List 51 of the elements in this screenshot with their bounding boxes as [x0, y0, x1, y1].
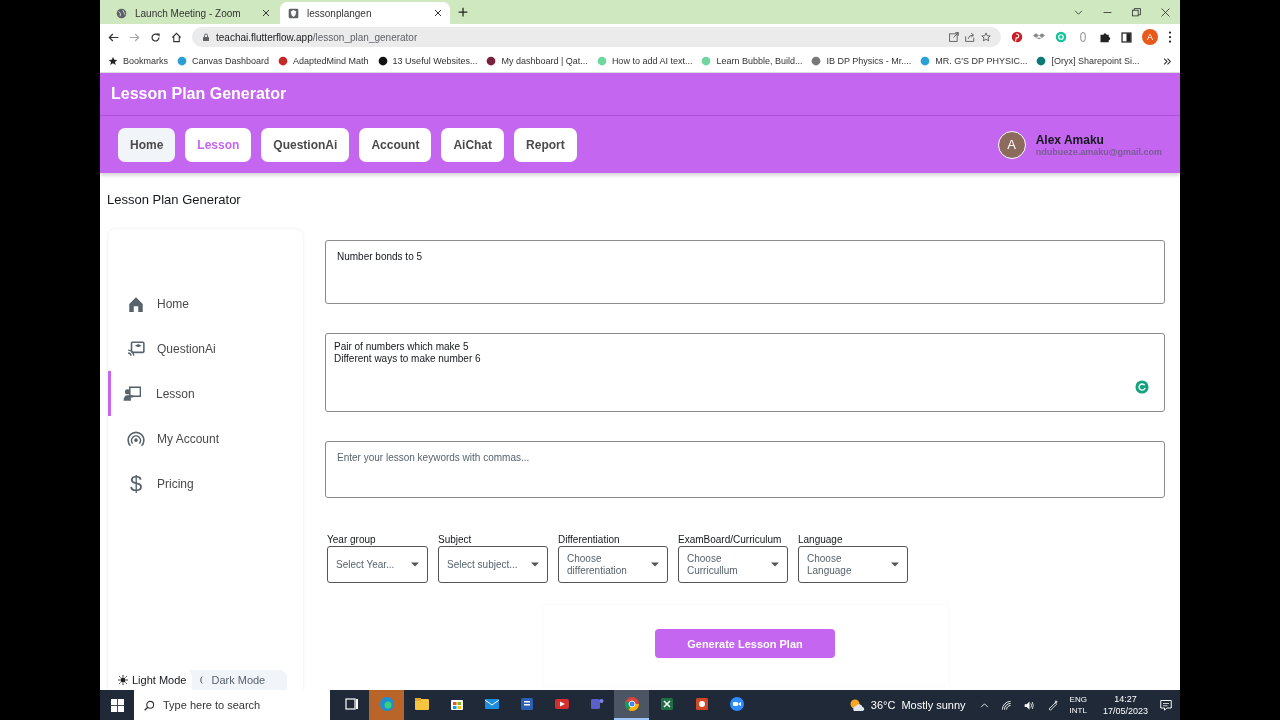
- url-text: teachai.flutterflow.app/lesson_plan_generator: [216, 31, 419, 43]
- dropdown-label: Year group: [327, 534, 377, 545]
- clock[interactable]: 14:27 17/05/2023: [1102, 693, 1148, 717]
- nav-button[interactable]: QuestionAi: [261, 127, 350, 162]
- temperature-text: 36°C: [870, 699, 896, 711]
- language-indicator[interactable]: ENG INTL: [1069, 694, 1087, 716]
- dropdown-label: Language: [798, 534, 844, 545]
- taskbar-search[interactable]: Type here to search: [134, 690, 330, 720]
- app-title: Lesson Plan Generator: [111, 85, 287, 103]
- bookmark-link[interactable]: [Oryx] Sharepoint Si...: [1051, 56, 1140, 66]
- nav-button[interactable]: Home: [118, 127, 176, 162]
- bookmark-link[interactable]: Canvas Dashboard: [192, 56, 270, 66]
- dollar-icon: $: [127, 470, 145, 497]
- bookmark-link[interactable]: Learn Bubble, Build...: [716, 56, 803, 66]
- sidebar-item[interactable]: My Account: [108, 416, 303, 461]
- theme-option[interactable]: Dark Mode: [192, 670, 272, 690]
- theme-option[interactable]: Light Mode: [112, 670, 193, 690]
- sidebar-item[interactable]: Home: [108, 281, 303, 326]
- nav-button[interactable]: AiChat: [441, 127, 505, 162]
- bookmark-link[interactable]: MR. G'S DP PHYSIC...: [935, 56, 1028, 66]
- dropdown-label: Differentiation: [558, 534, 621, 545]
- bookmark-link[interactable]: AdaptedMind Math: [293, 56, 369, 66]
- profile-avatar[interactable]: A: [1142, 29, 1158, 45]
- dropdown[interactable]: Choose Language: [798, 546, 908, 583]
- bookmark-link[interactable]: 13 Useful Websites...: [392, 56, 478, 66]
- dropdown[interactable]: Choose Curricullum: [678, 546, 788, 583]
- dropdown[interactable]: Choose differentiation: [558, 546, 668, 583]
- bookmark-link[interactable]: Bookmarks: [123, 56, 168, 66]
- user-email: ndubueze.amaku@gmail.com: [1035, 146, 1162, 157]
- dropdown-label: Subject: [438, 534, 473, 545]
- weather-text: Mostly sunny: [901, 699, 966, 711]
- user-name: Alex Amaku: [1035, 132, 1105, 147]
- dropdown[interactable]: Select subject...: [438, 546, 548, 583]
- bookmark-link[interactable]: How to add AI text...: [611, 56, 693, 66]
- bookmark-link[interactable]: IB DP Physics - Mr....: [826, 56, 912, 66]
- page-title: Lesson Plan Generator: [106, 191, 242, 209]
- sidebar-item[interactable]: Lesson: [108, 371, 303, 416]
- dropdown-label: ExamBoard/Curriculum: [678, 534, 783, 545]
- sidebar-item[interactable]: $ Pricing: [108, 461, 303, 506]
- browser-tab[interactable]: lessonplangen: [280, 2, 450, 24]
- keywords-field[interactable]: Enter your lesson keywords with commas...: [325, 441, 1165, 498]
- user-avatar[interactable]: A: [997, 130, 1026, 159]
- sidebar-item[interactable]: QuestionAi: [108, 326, 303, 371]
- address-bar[interactable]: teachai.flutterflow.app/lesson_plan_generator: [192, 27, 1001, 47]
- bookmark-link[interactable]: My dashboard | Qat...: [501, 56, 588, 66]
- nav-button[interactable]: Report: [514, 127, 577, 162]
- objectives-field[interactable]: Pair of numbers which make 5 Different ways to make number 6: [325, 333, 1165, 412]
- browser-tab[interactable]: Launch Meeting - Zoom: [108, 2, 278, 24]
- topic-field[interactable]: Number bonds to 5: [325, 240, 1165, 304]
- dropdown[interactable]: Select Year...: [327, 546, 428, 583]
- nav-button[interactable]: Account: [359, 127, 432, 162]
